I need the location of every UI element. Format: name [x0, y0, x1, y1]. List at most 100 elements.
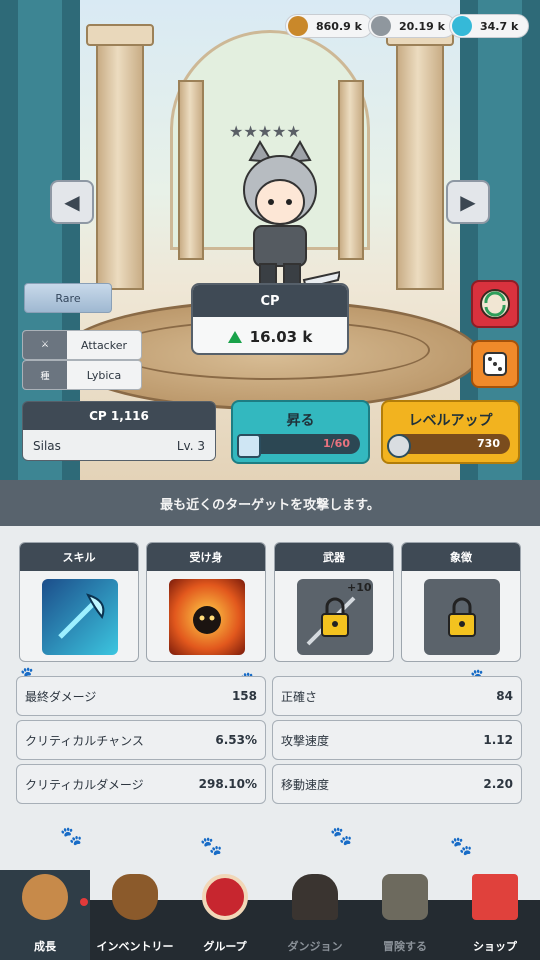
- diamond-currency[interactable]: 34.7 k: [449, 14, 530, 38]
- paw-pattern-icon: 🐾: [330, 826, 353, 847]
- lock-icon: [424, 579, 500, 655]
- rating-stars: ★★★★★: [229, 122, 301, 141]
- stat-move-speed: 移動速度 2.20: [272, 764, 522, 804]
- axe-skill-icon: [42, 579, 118, 655]
- role-tag: ⚔ Attacker: [22, 330, 142, 360]
- dice-icon: [483, 352, 507, 376]
- weapon-slot[interactable]: 武器 +10: [274, 542, 394, 662]
- skill-slot-title: スキル: [20, 543, 138, 571]
- role-label: Attacker: [80, 338, 127, 352]
- hero-name: Silas: [33, 439, 61, 453]
- level-up-label: レベルアップ: [408, 413, 493, 429]
- pillar-left-cap: [86, 24, 154, 46]
- stat-value: 298.10%: [198, 777, 257, 791]
- cp-panel-title: CP: [193, 285, 347, 317]
- stat-label: 最終ダメージ: [25, 689, 97, 704]
- stat-value: 1.12: [483, 733, 513, 747]
- stat-crit-damage: クリティカルダメージ 298.10%: [16, 764, 266, 804]
- rarity-badge: Rare: [24, 283, 112, 313]
- bag-icon: [112, 874, 158, 920]
- ascend-button[interactable]: 昇る 1/60: [231, 400, 370, 464]
- tab-label: インベントリー: [96, 940, 174, 953]
- stat-label: 攻撃速度: [281, 733, 330, 748]
- notification-dot: [80, 898, 88, 906]
- silver-currency[interactable]: 20.19 k: [368, 14, 456, 38]
- race-tag-label: 種: [23, 361, 67, 389]
- arrow-right-icon: ▶: [460, 190, 476, 214]
- cat-growth-icon: [22, 874, 68, 920]
- tab-label: ダンジョン: [287, 940, 343, 953]
- pillar-inner-right: [338, 80, 364, 260]
- shop-icon: [472, 874, 518, 920]
- ascend-progress-text: 1/60: [323, 437, 350, 450]
- race-tag: 種 Lybica: [22, 360, 142, 390]
- pillar-left: [96, 40, 144, 290]
- paw-pattern-icon: 🐾: [450, 836, 473, 857]
- level-up-button[interactable]: レベルアップ 730: [381, 400, 520, 464]
- next-hero-button[interactable]: ▶: [446, 180, 490, 224]
- swap-icon: [480, 289, 510, 319]
- stat-label: クリティカルチャンス: [25, 733, 144, 748]
- tab-label: グループ: [203, 940, 247, 953]
- arrow-left-icon: ◀: [64, 190, 80, 214]
- diamond-value: 34.7 k: [480, 19, 519, 33]
- cp-gain-panel: CP 16.03 k: [191, 283, 349, 355]
- silver-medal-icon: [371, 16, 391, 36]
- map-icon: [382, 874, 428, 920]
- cp-gain-value: 16.03 k: [249, 328, 313, 346]
- stat-final-damage: 最終ダメージ 158: [16, 676, 266, 716]
- tab-label: 冒険する: [383, 940, 427, 953]
- stat-label: 移動速度: [281, 777, 330, 792]
- skill-slot[interactable]: スキル: [19, 542, 139, 662]
- silver-medal-icon: [387, 434, 411, 458]
- paw-pattern-icon: 🐾: [60, 826, 83, 847]
- fire-spirit-icon: [169, 579, 245, 655]
- tab-group[interactable]: グループ: [180, 870, 270, 960]
- passive-slot[interactable]: 受け身: [146, 542, 266, 662]
- level-up-cost: 730: [477, 437, 500, 450]
- tab-inventory[interactable]: インベントリー: [90, 870, 180, 960]
- tab-label: ショップ: [473, 940, 517, 953]
- gold-value: 860.9 k: [316, 19, 362, 33]
- swap-hero-button[interactable]: [471, 280, 519, 328]
- skill-description: 最も近くのターゲットを攻撃します。: [0, 480, 540, 526]
- circle-arrow-icon: [202, 874, 248, 920]
- stat-value: 84: [496, 689, 513, 703]
- gold-coin-icon: [288, 16, 308, 36]
- stat-label: 正確さ: [281, 689, 318, 704]
- dungeon-door-icon: [292, 874, 338, 920]
- stat-accuracy: 正確さ 84: [272, 676, 522, 716]
- gold-currency[interactable]: 860.9 k: [285, 14, 373, 38]
- previous-hero-button[interactable]: ◀: [50, 180, 94, 224]
- hero-level: Lv. 3: [176, 439, 205, 453]
- hero-info-card: CP 1,116 Silas Lv. 3: [22, 401, 216, 461]
- tab-dungeon[interactable]: ダンジョン: [270, 870, 360, 960]
- silver-value: 20.19 k: [399, 19, 445, 33]
- race-label: Lybica: [86, 368, 122, 382]
- ascend-label: 昇る: [286, 413, 315, 429]
- stat-label: クリティカルダメージ: [25, 777, 144, 792]
- tab-adventure[interactable]: 冒険する: [360, 870, 450, 960]
- pillar-right: [396, 40, 444, 290]
- hero-character: [243, 140, 340, 293]
- stat-attack-speed: 攻撃速度 1.12: [272, 720, 522, 760]
- weapon-upgrade-badge: +10: [347, 581, 372, 594]
- tab-growth[interactable]: 成長: [0, 870, 90, 960]
- pillar-inner-left: [178, 80, 204, 260]
- hero-cp: CP 1,116: [23, 402, 215, 430]
- stat-crit-chance: クリティカルチャンス 6.53%: [16, 720, 266, 760]
- ascend-card-icon: [237, 434, 261, 458]
- paw-pattern-icon: 🐾: [200, 836, 223, 857]
- random-hero-button[interactable]: [471, 340, 519, 388]
- stat-value: 6.53%: [215, 733, 257, 747]
- tab-label: 成長: [34, 940, 56, 953]
- weapon-slot-title: 武器: [275, 543, 393, 571]
- stat-value: 158: [231, 689, 257, 703]
- up-arrow-icon: [227, 331, 242, 343]
- tab-shop[interactable]: ショップ: [450, 870, 540, 960]
- emblem-slot-title: 象徴: [402, 543, 520, 571]
- passive-slot-title: 受け身: [147, 543, 265, 571]
- stat-value: 2.20: [483, 777, 513, 791]
- emblem-slot[interactable]: 象徴: [401, 542, 521, 662]
- diamond-icon: [452, 16, 472, 36]
